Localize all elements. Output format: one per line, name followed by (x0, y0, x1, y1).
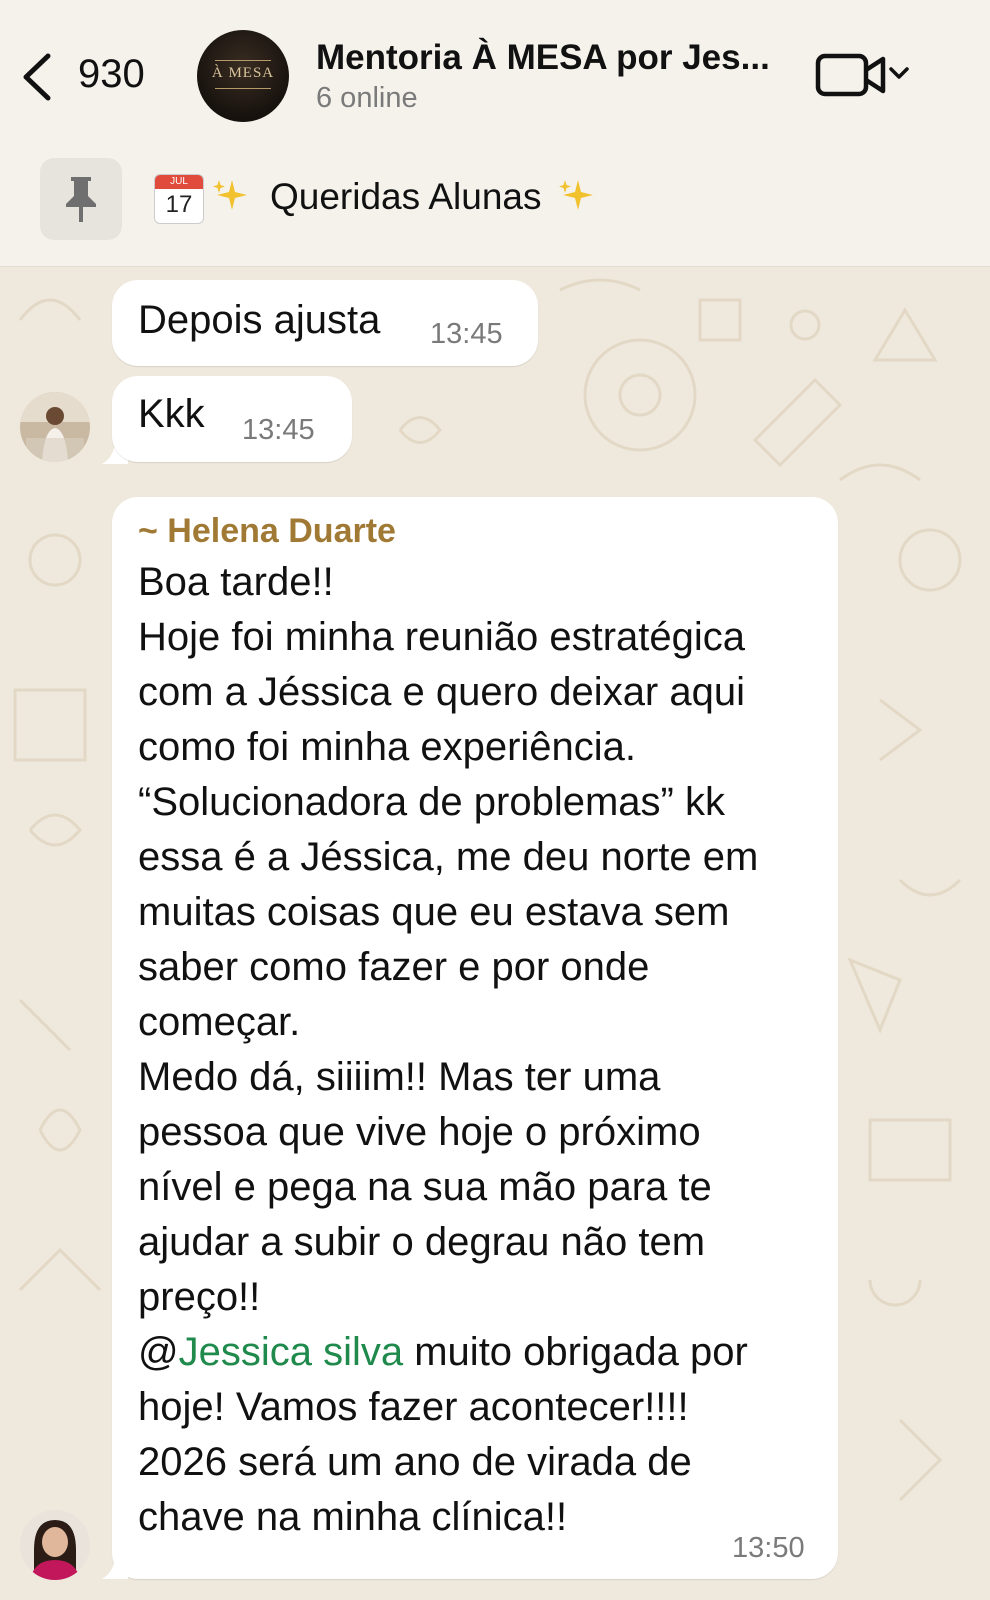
chat-header: 930 À MESA Mentoria À MESA por Jes... 6 … (0, 0, 990, 150)
message-bubble[interactable]: Depois ajusta 13:45 (112, 280, 538, 366)
pin-icon (66, 177, 96, 222)
pinned-message-bar[interactable]: JUL 17 Queridas Alunas (0, 150, 990, 267)
mention-link[interactable]: Jessica silva (179, 1330, 404, 1374)
message-text: Kkk (138, 392, 205, 436)
group-avatar-logo: À MESA (211, 65, 275, 81)
sparkles-icon (559, 180, 593, 210)
message-time: 13:45 (242, 414, 315, 446)
message-bubble[interactable]: Kkk 13:45 (112, 376, 352, 462)
mention-at: @ (138, 1330, 179, 1374)
avatar-photo (20, 1510, 90, 1580)
sparkles-icon (213, 180, 247, 210)
message-time: 13:50 (732, 1532, 805, 1564)
avatar-photo (20, 392, 90, 462)
sender-name[interactable]: ~ Helena Duarte (138, 512, 396, 551)
message-body: Boa tarde!! Hoje foi minha reunião estra… (138, 560, 759, 1319)
message-time: 13:45 (430, 318, 503, 350)
logo-line-bottom (215, 88, 271, 89)
calendar-month: JUL (155, 175, 203, 189)
video-call-icon[interactable] (815, 52, 915, 98)
unread-count[interactable]: 930 (78, 52, 145, 97)
calendar-day: 17 (165, 191, 193, 218)
group-avatar[interactable]: À MESA (197, 30, 289, 122)
group-title[interactable]: Mentoria À MESA por Jes... (316, 38, 770, 78)
calendar-icon: JUL 17 (154, 174, 204, 224)
message-text: Depois ajusta (138, 298, 381, 342)
sender-avatar[interactable] (20, 392, 90, 462)
online-status: 6 online (316, 82, 418, 114)
sender-avatar[interactable] (20, 1510, 90, 1580)
chevron-left-icon[interactable] (18, 50, 58, 104)
pinned-message-text: Queridas Alunas (270, 176, 542, 217)
pin-button[interactable] (40, 158, 122, 240)
logo-line-top (215, 60, 271, 61)
bubble-tail (102, 1549, 128, 1579)
message-text: Boa tarde!! Hoje foi minha reunião estra… (138, 555, 818, 1545)
